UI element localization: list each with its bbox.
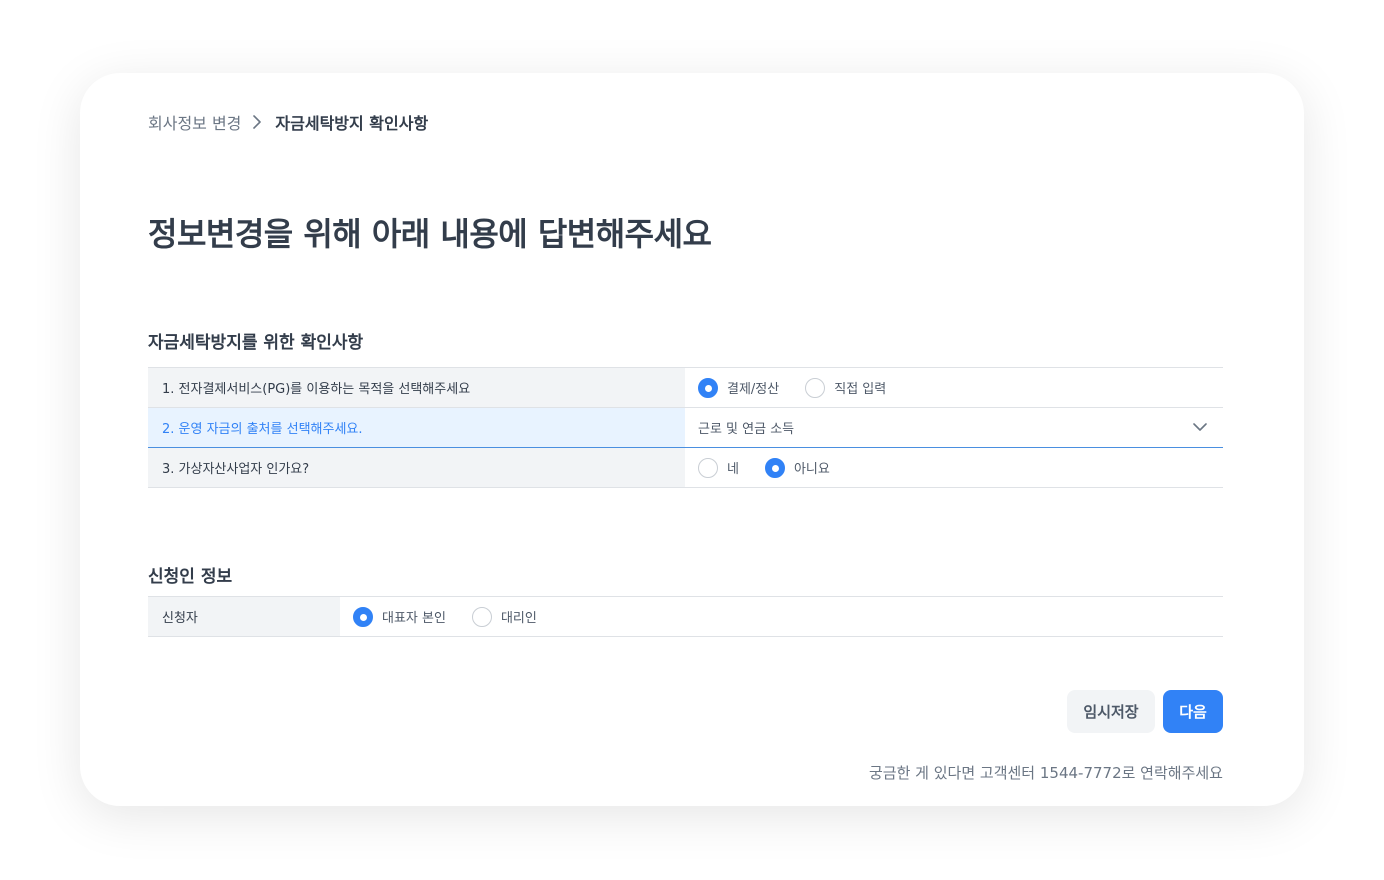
radio-label: 대리인: [500, 611, 537, 626]
next-button[interactable]: 다음: [1163, 690, 1223, 733]
chevron-right-icon: [253, 115, 262, 129]
temp-save-button[interactable]: 임시저장: [1067, 690, 1155, 733]
question-label-fund-source: 2. 운영 자금의 출처를 선택해주세요.: [148, 408, 685, 447]
applicant-row: 신청자 대표자 본인 대리인: [148, 597, 1223, 637]
question-row-vasp: 3. 가상자산사업자 인가요? 네 아니요: [148, 448, 1223, 488]
radio-group-applicant: 대표자 본인 대리인: [340, 597, 1223, 636]
radio-unchecked-icon[interactable]: [471, 606, 492, 627]
radio-option-direct-input[interactable]: 직접 입력: [805, 377, 887, 398]
radio-option-payment-settlement[interactable]: 결제/정산: [698, 377, 780, 398]
breadcrumb-current: 자금세탁방지 확인사항: [275, 114, 429, 133]
applicant-table: 신청자 대표자 본인 대리인: [148, 596, 1223, 637]
radio-label: 대표자 본인: [382, 611, 446, 626]
customer-center-help-text: 궁금한 게 있다면 고객센터 1544-7772로 연락해주세요: [868, 764, 1223, 782]
radio-checked-icon[interactable]: [353, 606, 373, 627]
question-row-pg-purpose: 1. 전자결제서비스(PG)를 이용하는 목적을 선택해주세요 결제/정산 직접…: [148, 368, 1223, 408]
aml-section-title: 자금세탁방지를 위한 확인사항: [148, 333, 364, 353]
question-label-vasp: 3. 가상자산사업자 인가요?: [148, 448, 685, 487]
radio-checked-icon[interactable]: [698, 377, 718, 398]
radio-label: 직접 입력: [834, 382, 887, 397]
radio-option-no[interactable]: 아니요: [764, 457, 830, 478]
radio-unchecked-icon[interactable]: [805, 377, 826, 398]
form-card: 회사정보 변경 자금세탁방지 확인사항 정보변경을 위해 아래 내용에 답변해주…: [80, 73, 1304, 806]
radio-group-pg-purpose: 결제/정산 직접 입력: [685, 368, 1223, 407]
page-title: 정보변경을 위해 아래 내용에 답변해주세요: [148, 215, 712, 253]
chevron-down-icon[interactable]: [1193, 422, 1207, 432]
radio-option-yes[interactable]: 네: [698, 457, 739, 478]
question-row-fund-source: 2. 운영 자금의 출처를 선택해주세요. 근로 및 연금 소득: [148, 408, 1223, 448]
radio-option-agent[interactable]: 대리인: [471, 606, 537, 627]
applicant-section-title: 신청인 정보: [148, 567, 233, 587]
fund-source-selected-value: 근로 및 연금 소득: [698, 422, 795, 437]
question-label-pg-purpose: 1. 전자결제서비스(PG)를 이용하는 목적을 선택해주세요: [148, 368, 685, 407]
breadcrumb: 회사정보 변경 자금세탁방지 확인사항: [148, 110, 428, 134]
radio-label: 결제/정산: [727, 382, 780, 397]
breadcrumb-parent-link[interactable]: 회사정보 변경: [148, 110, 241, 134]
radio-group-vasp: 네 아니요: [685, 448, 1223, 487]
fund-source-select[interactable]: 근로 및 연금 소득: [685, 408, 1223, 447]
radio-unchecked-icon[interactable]: [698, 457, 718, 478]
radio-checked-icon[interactable]: [764, 457, 785, 478]
aml-question-table: 1. 전자결제서비스(PG)를 이용하는 목적을 선택해주세요 결제/정산 직접…: [148, 367, 1223, 488]
radio-option-representative[interactable]: 대표자 본인: [353, 606, 446, 627]
radio-label: 아니요: [793, 462, 830, 477]
applicant-label: 신청자: [148, 597, 340, 636]
radio-label: 네: [727, 462, 739, 477]
